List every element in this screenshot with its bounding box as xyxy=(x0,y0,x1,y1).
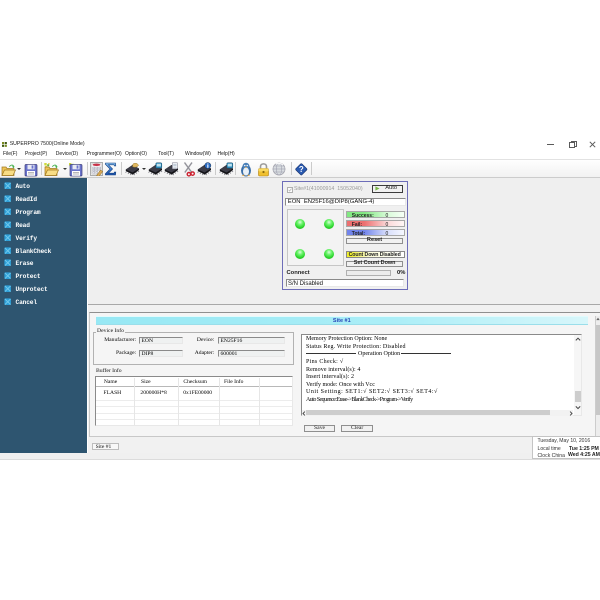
svg-text:?: ? xyxy=(299,165,304,174)
